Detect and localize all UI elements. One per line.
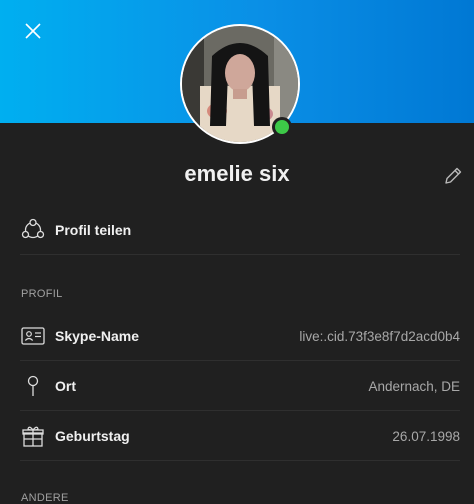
pencil-icon xyxy=(445,167,462,184)
field-location: Ort Andernach, DE xyxy=(20,361,460,411)
share-profile-label: Profil teilen xyxy=(55,222,132,238)
section-header-profile: PROFIL xyxy=(21,288,63,300)
profile-name: emelie six xyxy=(184,161,290,186)
section-header-other: ANDERE xyxy=(21,492,69,504)
share-icon xyxy=(20,217,46,243)
location-value: Andernach, DE xyxy=(368,378,460,394)
close-button[interactable] xyxy=(22,20,44,42)
online-status-icon xyxy=(275,120,289,134)
field-skype-name[interactable]: Skype-Name live:.cid.73f3e8f7d2acd0b4 xyxy=(20,311,460,361)
birthday-value: 26.07.1998 xyxy=(392,428,460,444)
share-profile-button[interactable]: Profil teilen xyxy=(20,205,460,255)
field-label: Ort xyxy=(55,378,76,394)
edit-name-button[interactable] xyxy=(441,164,465,188)
location-pin-icon xyxy=(20,373,46,399)
divider xyxy=(20,460,460,461)
divider xyxy=(20,254,460,255)
close-icon xyxy=(25,23,41,39)
field-birthday: Geburtstag 26.07.1998 xyxy=(20,411,460,461)
presence-indicator xyxy=(272,117,292,137)
gift-icon xyxy=(20,423,46,449)
skype-name-value[interactable]: live:.cid.73f3e8f7d2acd0b4 xyxy=(299,329,460,344)
field-label: Skype-Name xyxy=(55,328,140,344)
id-card-icon xyxy=(20,323,46,349)
field-label: Geburtstag xyxy=(55,428,130,444)
